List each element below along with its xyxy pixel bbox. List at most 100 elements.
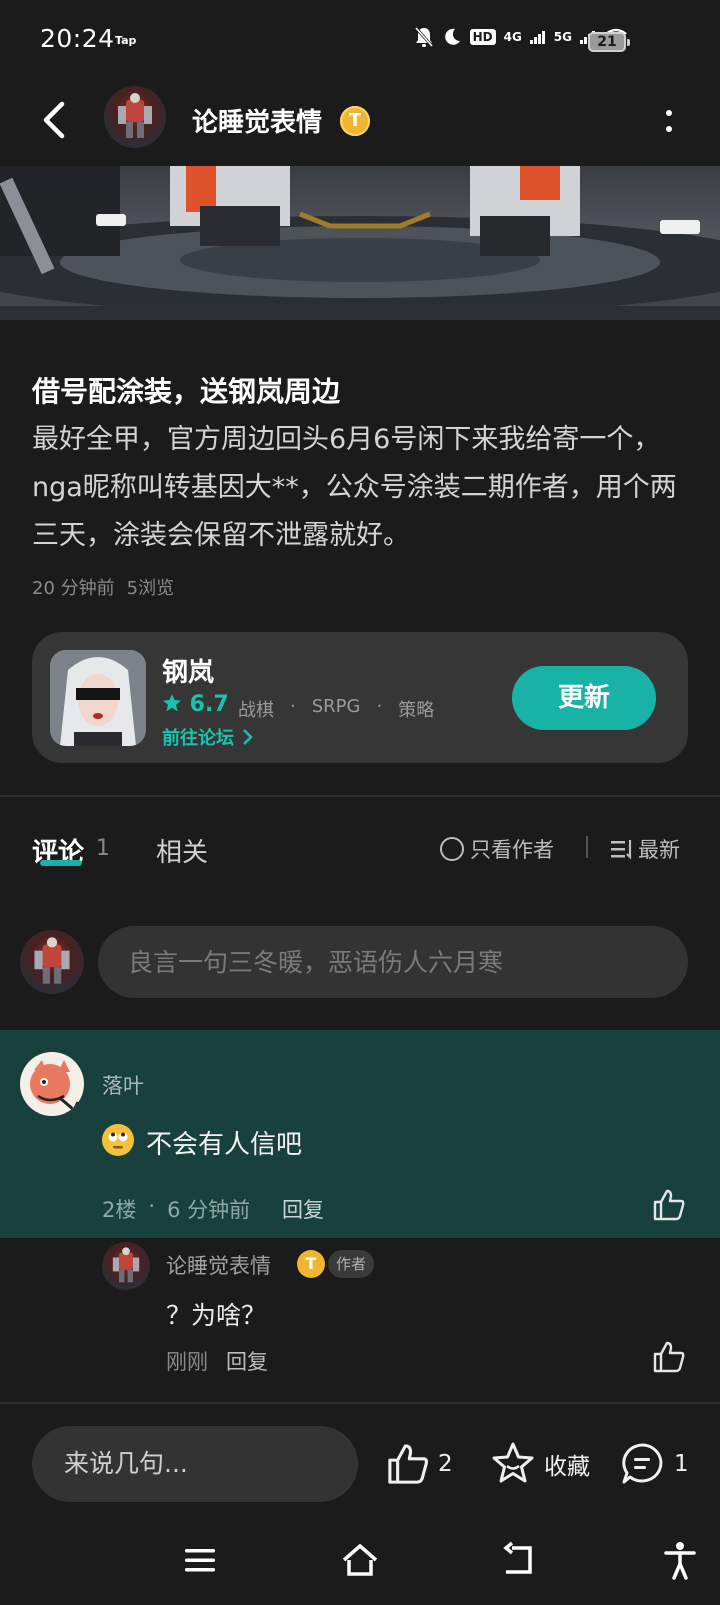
back-icon bbox=[503, 1541, 532, 1574]
comment-input[interactable] bbox=[98, 926, 688, 998]
accessibility-icon bbox=[664, 1542, 696, 1580]
tag-separator: · bbox=[290, 696, 296, 717]
tap-app-indicator: Tap bbox=[115, 34, 137, 47]
author-only-label: 只看作者 bbox=[470, 838, 554, 862]
sort-label: 最新 bbox=[638, 838, 680, 862]
mech-hangar-illustration bbox=[0, 166, 720, 320]
status-bar: 20:24 Tap HD 4G 5G 21 bbox=[0, 0, 720, 84]
forum-link[interactable]: 前往论坛 bbox=[162, 724, 254, 750]
post-like-button[interactable]: 2 bbox=[386, 1440, 453, 1488]
page-title: 论睡觉表情 bbox=[192, 108, 323, 138]
mech-avatar-icon bbox=[112, 1247, 140, 1283]
game-tag: SRPG bbox=[311, 696, 361, 717]
post-views: 5浏览 bbox=[126, 578, 175, 599]
tab-divider bbox=[586, 836, 588, 858]
dragon-avatar-icon bbox=[30, 1060, 80, 1113]
favorite-button[interactable]: 收藏 bbox=[490, 1440, 590, 1488]
status-time: 20:24 bbox=[40, 24, 115, 53]
reply-user-badge: T bbox=[297, 1250, 325, 1278]
reply-button[interactable]: 回复 bbox=[282, 1194, 324, 1224]
post-time: 20 分钟前 bbox=[32, 578, 115, 599]
chat-bubble-icon bbox=[622, 1443, 663, 1484]
mech-avatar-icon bbox=[34, 937, 70, 984]
forum-link-label: 前往论坛 bbox=[162, 728, 234, 749]
like-count: 2 bbox=[438, 1451, 453, 1477]
commenter-name[interactable]: 落叶 bbox=[102, 1070, 144, 1100]
more-dot bbox=[666, 126, 672, 132]
title-badge: T bbox=[340, 106, 370, 136]
thumbs-up-icon bbox=[388, 1444, 428, 1484]
nav-back-button[interactable] bbox=[500, 1540, 540, 1580]
chevron-right-icon bbox=[243, 729, 254, 745]
comment-item: 落叶 不会有人信吧 2楼 · 6 分钟前 回复 bbox=[0, 1030, 720, 1238]
tab-active-indicator bbox=[40, 860, 82, 866]
my-avatar bbox=[20, 930, 84, 994]
sort-button[interactable]: 最新 bbox=[610, 834, 680, 864]
comment-floor: 2楼 bbox=[102, 1198, 137, 1222]
game-tag: 战棋 bbox=[238, 700, 274, 721]
more-options-button[interactable] bbox=[650, 104, 686, 140]
comment-meta: 2楼 · 6 分钟前 bbox=[102, 1194, 250, 1224]
star-outline-icon bbox=[492, 1442, 534, 1483]
thumbs-up-icon bbox=[653, 1189, 685, 1221]
rolling-eyes-emoji-icon bbox=[102, 1124, 134, 1156]
update-button[interactable]: 更新 bbox=[512, 666, 656, 730]
more-dot bbox=[666, 110, 672, 116]
comment-text: 不会有人信吧 bbox=[146, 1130, 303, 1160]
bottom-divider bbox=[0, 1402, 720, 1404]
hd-badge: HD bbox=[469, 29, 496, 45]
section-divider bbox=[0, 795, 720, 797]
game-rating: 6.7 bbox=[162, 692, 229, 717]
tab-related[interactable]: 相关 bbox=[156, 832, 208, 869]
mech-avatar-icon bbox=[118, 93, 152, 138]
reply-reply-button[interactable]: 回复 bbox=[226, 1346, 268, 1376]
game-name: 钢岚 bbox=[162, 658, 215, 688]
tag-separator: · bbox=[376, 696, 383, 717]
bottom-comment-input[interactable]: 来说几句... bbox=[32, 1426, 358, 1502]
game-tag: 策略 bbox=[398, 700, 435, 721]
post-body: 最好全甲，官方周边回头6月6号闲下来我给寄一个，nga昵称叫转基因大**，公众号… bbox=[32, 424, 677, 551]
comment-time: 6 分钟前 bbox=[167, 1198, 251, 1222]
author-tag: 作者 bbox=[328, 1250, 375, 1278]
author-only-toggle[interactable]: 只看作者 bbox=[440, 834, 554, 864]
comments-button[interactable]: 1 bbox=[620, 1440, 689, 1488]
like-button[interactable] bbox=[652, 1188, 686, 1222]
nav-accessibility-button[interactable] bbox=[660, 1540, 700, 1580]
author-avatar[interactable] bbox=[104, 86, 166, 148]
favorite-label: 收藏 bbox=[544, 1454, 590, 1480]
chevron-left-icon bbox=[43, 101, 65, 139]
mute-bell-icon bbox=[414, 27, 433, 47]
game-banner-image bbox=[0, 166, 720, 320]
game-card[interactable]: 钢岚 6.7 战棋 · SRPG · 策略 前往论坛 更新 bbox=[32, 632, 688, 763]
emoji-face bbox=[108, 1132, 128, 1149]
back-button[interactable] bbox=[36, 98, 76, 142]
reply-username[interactable]: 论睡觉表情 bbox=[166, 1250, 271, 1280]
commenter-avatar[interactable] bbox=[20, 1052, 84, 1116]
signal-bars-icon bbox=[529, 31, 545, 44]
comment-count: 1 bbox=[96, 836, 110, 861]
reply-text: ？为啥？ bbox=[166, 1301, 267, 1330]
signal-5g-icon: 5G bbox=[553, 30, 572, 44]
reply-like-button[interactable] bbox=[652, 1340, 686, 1374]
reply-avatar[interactable] bbox=[102, 1242, 150, 1290]
star-icon bbox=[163, 694, 181, 712]
game-tags: 战棋 · SRPG · 策略 bbox=[238, 696, 434, 722]
battery-indicator: 21 bbox=[588, 32, 630, 52]
radio-icon bbox=[440, 837, 464, 861]
signal-4g-icon: 4G bbox=[503, 30, 522, 44]
post-meta: 20 分钟前 5浏览 bbox=[32, 574, 174, 600]
game-character-icon bbox=[50, 650, 146, 746]
moon-icon bbox=[444, 28, 460, 45]
game-app-icon bbox=[50, 650, 146, 746]
game-rating-value: 6.7 bbox=[189, 692, 229, 717]
meta-separator: · bbox=[148, 1194, 156, 1218]
reply-time: 刚刚 bbox=[166, 1350, 208, 1374]
menu-icon bbox=[185, 1549, 215, 1572]
sort-icon bbox=[611, 840, 632, 860]
thumbs-up-icon bbox=[653, 1341, 685, 1373]
home-icon bbox=[342, 1544, 378, 1576]
comments-count: 1 bbox=[674, 1451, 689, 1477]
nav-home-button[interactable] bbox=[340, 1540, 380, 1580]
post-title: 借号配涂装，送钢岚周边 bbox=[32, 375, 341, 408]
nav-menu-button[interactable] bbox=[180, 1540, 220, 1580]
